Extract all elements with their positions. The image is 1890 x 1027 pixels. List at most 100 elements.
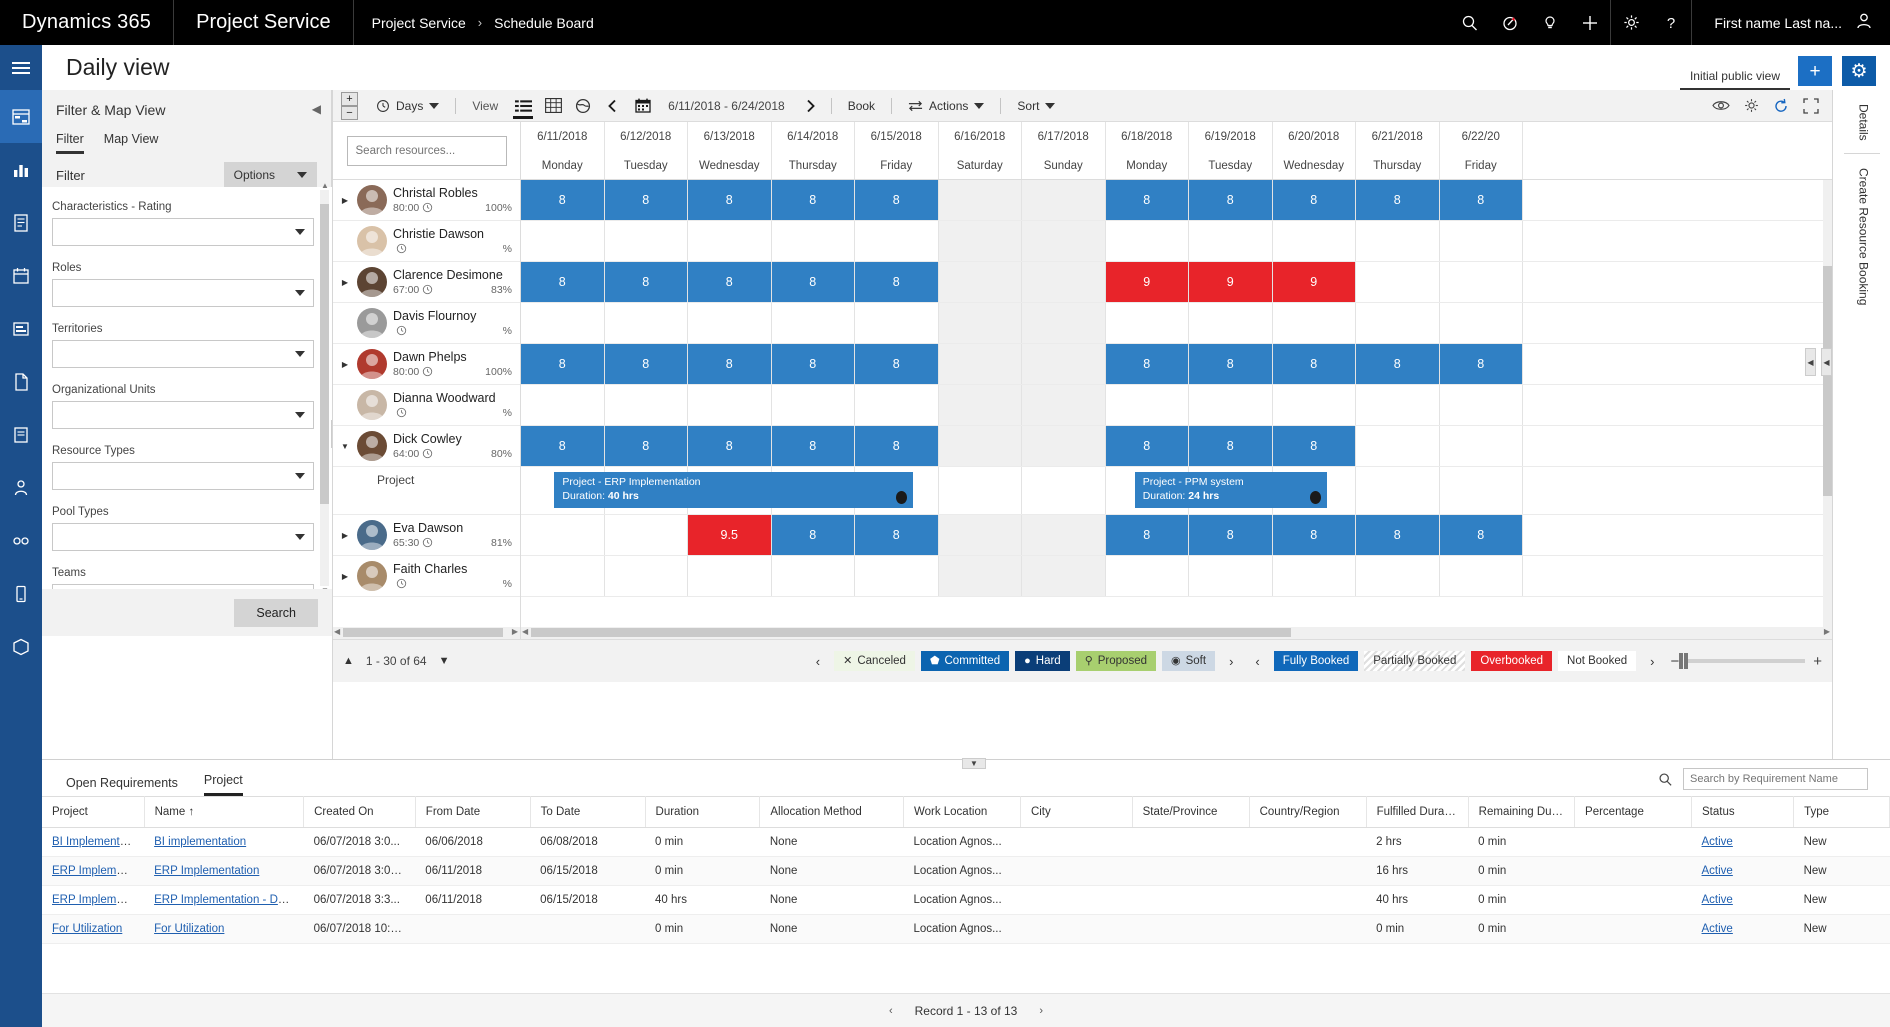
booking-cell[interactable]	[688, 385, 772, 425]
cell-link[interactable]: Active	[1702, 836, 1733, 848]
booking-cell[interactable]	[521, 385, 605, 425]
table-column-header[interactable]: Country/Region	[1249, 796, 1367, 828]
board-collapse-handle[interactable]: ◀	[1805, 348, 1816, 376]
tab-filter[interactable]: Filter	[56, 132, 84, 154]
cell-link[interactable]: Active	[1702, 923, 1733, 935]
legend-chip-not-booked[interactable]: Not Booked	[1558, 651, 1637, 671]
details-rail-collapse-handle[interactable]: ◀	[1821, 348, 1832, 376]
search-requirement-input[interactable]	[1683, 768, 1868, 790]
legend-chip-committed[interactable]: ⬟ Committed	[920, 651, 1010, 671]
sidebar-item-activities[interactable]	[0, 196, 42, 249]
booking-cell[interactable]	[1022, 262, 1106, 302]
cell-link[interactable]: Active	[1702, 894, 1733, 906]
booking-cell[interactable]	[1022, 426, 1106, 466]
booking-cell[interactable]	[1189, 221, 1273, 261]
booking-cell[interactable]	[938, 180, 1022, 220]
booking-cell[interactable]: 8	[1439, 180, 1523, 220]
scroll-up-arrow-icon[interactable]: ▲	[321, 181, 329, 190]
details-label[interactable]: Details	[1853, 104, 1871, 141]
booking-cell[interactable]	[1356, 221, 1440, 261]
booking-cell[interactable]	[938, 385, 1022, 425]
resource-row[interactable]: ▼ Dick Cowley 64:00 80%	[333, 426, 520, 467]
booking-cell[interactable]	[1022, 303, 1106, 343]
booking-cell[interactable]	[1105, 556, 1189, 596]
scroll-thumb[interactable]	[320, 204, 329, 504]
booking-cell[interactable]: 8	[1189, 180, 1273, 220]
grid-vertical-scrollbar[interactable]	[1823, 180, 1832, 627]
sidebar-item-resources[interactable]	[0, 461, 42, 514]
booking-cell[interactable]	[1105, 221, 1189, 261]
booking-cell[interactable]: 8	[1105, 344, 1189, 384]
sidebar-item-schedule-board[interactable]	[0, 90, 42, 143]
table-column-header[interactable]: Project	[42, 796, 145, 828]
cell-link[interactable]: ERP Implement...	[52, 894, 142, 906]
booking-cell[interactable]	[604, 221, 688, 261]
booking-cell[interactable]	[604, 385, 688, 425]
resource-row[interactable]: ▶ Dawn Phelps 80:00 100%	[333, 344, 520, 385]
legend-chip-overbooked[interactable]: Overbooked	[1471, 651, 1553, 671]
resource-row[interactable]: ▶ Christal Robles 80:00 100%	[333, 180, 520, 221]
table-column-header[interactable]: Duration	[645, 796, 761, 828]
booking-cell[interactable]	[1022, 344, 1106, 384]
table-column-header[interactable]: Work Location	[903, 796, 1021, 828]
chevron-right-icon[interactable]: ▶	[339, 278, 351, 287]
user-menu[interactable]: First name Last na...	[1692, 0, 1890, 45]
filter-select-roles[interactable]	[52, 279, 314, 307]
booking-cell[interactable]: 8	[855, 426, 939, 466]
table-column-header[interactable]: City	[1020, 796, 1133, 828]
filter-options-dropdown[interactable]: Options	[223, 162, 317, 188]
gantt-bar-end-handle[interactable]	[896, 491, 908, 504]
plus-icon[interactable]	[1570, 0, 1610, 45]
booking-cell[interactable]	[1105, 303, 1189, 343]
fullscreen-icon[interactable]	[1796, 90, 1826, 122]
sort-dropdown[interactable]: Sort	[1007, 90, 1065, 122]
booking-cell[interactable]	[938, 556, 1022, 596]
booking-cell[interactable]	[1439, 221, 1523, 261]
booking-cell[interactable]	[521, 515, 605, 555]
legend-chip-canceled[interactable]: ✕ Canceled	[834, 651, 915, 671]
booking-cell[interactable]: 8	[771, 426, 855, 466]
previous-period-button[interactable]	[598, 90, 628, 122]
booking-cell[interactable]	[938, 344, 1022, 384]
date-range-label[interactable]: 6/11/2018 - 6/24/2018	[658, 99, 795, 113]
record-next-icon[interactable]: ›	[1039, 1005, 1043, 1017]
booking-cell[interactable]	[521, 303, 605, 343]
scroll-right-arrow-icon[interactable]: ▶	[512, 627, 518, 636]
filter-panel-scrollbar[interactable]: ▲ ▼	[320, 181, 329, 595]
cell-link[interactable]: Active	[1702, 865, 1733, 877]
booking-cell[interactable]	[855, 303, 939, 343]
booking-cell[interactable]	[1272, 556, 1356, 596]
booking-cell[interactable]: 8	[688, 180, 772, 220]
cell-link[interactable]: BI Implementati...	[52, 836, 141, 848]
booking-cell[interactable]	[1105, 385, 1189, 425]
table-column-header[interactable]: Fulfilled Durati...	[1366, 796, 1469, 828]
help-icon[interactable]: ?	[1651, 0, 1691, 45]
utilization-next-icon[interactable]: ›	[1642, 654, 1662, 669]
lightbulb-icon[interactable]	[1530, 0, 1570, 45]
gear-icon[interactable]	[1736, 90, 1766, 122]
booking-cell[interactable]	[604, 303, 688, 343]
filter-select-pool-types[interactable]	[52, 523, 314, 551]
booking-cell[interactable]: 8	[1356, 344, 1440, 384]
booking-cell[interactable]	[604, 515, 688, 555]
table-column-header[interactable]: Type	[1793, 796, 1890, 828]
add-view-button[interactable]: +	[1798, 56, 1832, 86]
refresh-icon[interactable]	[1766, 90, 1796, 122]
booking-cell[interactable]: 8	[1272, 344, 1356, 384]
booking-cell[interactable]	[771, 556, 855, 596]
booking-cell[interactable]: 8	[771, 180, 855, 220]
app-name[interactable]: Project Service	[174, 0, 353, 45]
table-row[interactable]: For Utilization For Utilization 06/07/2018…	[42, 914, 1890, 944]
cell-link[interactable]: ERP Implementation	[154, 865, 259, 877]
booking-cell[interactable]: 8	[688, 426, 772, 466]
booking-cell[interactable]: 8	[1356, 515, 1440, 555]
utilization-prev-icon[interactable]: ‹	[1247, 654, 1267, 669]
booking-cell[interactable]	[688, 556, 772, 596]
booking-cell[interactable]	[855, 221, 939, 261]
filter-select-org-units[interactable]	[52, 401, 314, 429]
booking-cell[interactable]	[1022, 221, 1106, 261]
tab-project[interactable]: Project	[203, 773, 243, 796]
booking-cell[interactable]	[1189, 556, 1273, 596]
booking-cell[interactable]	[1439, 303, 1523, 343]
booking-cell[interactable]	[1272, 303, 1356, 343]
